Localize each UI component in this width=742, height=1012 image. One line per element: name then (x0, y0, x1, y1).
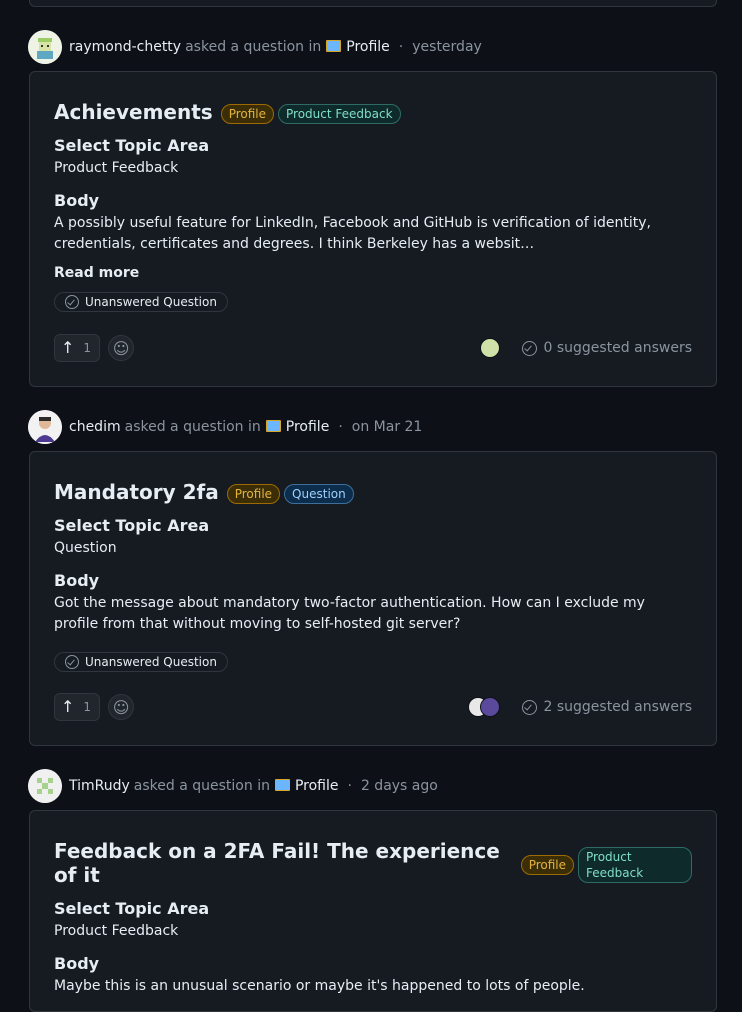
topic-value: Question (54, 540, 117, 556)
check-circle-icon (522, 340, 538, 356)
label-product-feedback[interactable]: Product Feedback (578, 847, 692, 883)
check-circle-icon (522, 699, 538, 715)
discussion-card: Achievements Profile Product Feedback Se… (29, 71, 717, 387)
answers-text: 2 suggested answers (543, 699, 692, 715)
status-badge: Unanswered Question (54, 292, 228, 312)
arrow-up-icon: ↑ (61, 697, 75, 716)
discussion-actions: ↑ 1 ☺ 2 suggested answers (54, 693, 692, 721)
answers-count[interactable]: 2 suggested answers (522, 699, 692, 715)
body-heading: Body (54, 191, 100, 210)
label-profile[interactable]: Profile (226, 484, 281, 504)
discussion-title[interactable]: Achievements (54, 100, 213, 124)
read-more-link[interactable]: Read more (54, 265, 692, 281)
participant-avatar[interactable] (480, 697, 501, 717)
label-profile[interactable]: Profile (220, 104, 275, 124)
add-reaction-button[interactable]: ☺ (108, 335, 135, 361)
avatar[interactable] (28, 30, 62, 64)
add-reaction-button[interactable]: ☺ (108, 694, 135, 720)
avatar[interactable] (28, 769, 62, 803)
asked-text: asked a question in (124, 419, 261, 435)
answers-count[interactable]: 0 suggested answers (522, 340, 692, 356)
status-text: Unanswered Question (85, 295, 217, 309)
label-product-feedback[interactable]: Product Feedback (278, 104, 401, 124)
category-link[interactable]: Profile (346, 39, 390, 55)
category-link[interactable]: Profile (286, 419, 330, 435)
separator-dot: · (347, 778, 352, 794)
previous-discussion-card (29, 0, 717, 7)
participant-avatar[interactable] (480, 338, 501, 358)
upvote-count: 1 (83, 341, 92, 355)
discussion-card: Mandatory 2fa Profile Question Select To… (29, 451, 717, 746)
author-link[interactable]: TimRudy (69, 778, 130, 794)
body-text: Got the message about mandatory two-fact… (54, 595, 645, 632)
timestamp[interactable]: on Mar 21 (352, 419, 423, 435)
upvote-button[interactable]: ↑ 1 (54, 334, 101, 362)
avatar[interactable] (28, 410, 62, 444)
topic-value: Product Feedback (54, 923, 179, 939)
separator-dot: · (338, 419, 343, 435)
smiley-icon: ☺ (112, 338, 130, 358)
separator-dot: · (398, 39, 404, 55)
picture-icon (274, 779, 290, 791)
label-question[interactable]: Question (284, 484, 354, 504)
upvote-button[interactable]: ↑ 1 (54, 693, 101, 721)
author-link[interactable]: chedim (69, 419, 121, 435)
upvote-count: 1 (83, 700, 92, 714)
timestamp[interactable]: 2 days ago (361, 778, 438, 794)
answers-text: 0 suggested answers (543, 340, 692, 356)
discussion-meta: chedim asked a question in Profile · on … (28, 410, 422, 444)
body-heading: Body (54, 571, 100, 590)
status-badge: Unanswered Question (54, 652, 228, 672)
picture-icon (265, 420, 281, 432)
discussion-actions: ↑ 1 ☺ 0 suggested answers (54, 334, 692, 362)
discussion-card: Feedback on a 2FA Fail! The experience o… (29, 810, 717, 1012)
discussion-meta: TimRudy asked a question in Profile · 2 … (28, 769, 438, 803)
smiley-icon: ☺ (112, 697, 130, 717)
body-heading: Body (54, 954, 100, 973)
discussion-title[interactable]: Feedback on a 2FA Fail! The experience o… (54, 839, 513, 887)
participants (468, 697, 501, 717)
check-circle-icon (65, 655, 79, 669)
check-circle-icon (65, 295, 79, 309)
author-link[interactable]: raymond-chetty (69, 39, 181, 55)
topic-heading: Select Topic Area (54, 899, 210, 918)
topic-heading: Select Topic Area (54, 136, 210, 155)
discussion-meta: raymond-chetty asked a question in Profi… (28, 30, 482, 64)
category-link[interactable]: Profile (295, 778, 339, 794)
discussion-title[interactable]: Mandatory 2fa (54, 480, 219, 504)
label-profile[interactable]: Profile (520, 855, 574, 875)
asked-text: asked a question in (185, 39, 322, 55)
topic-value: Product Feedback (54, 160, 179, 176)
participants (480, 338, 501, 358)
body-text: Maybe this is an unusual scenario or may… (54, 978, 585, 994)
timestamp[interactable]: yesterday (412, 39, 482, 55)
status-text: Unanswered Question (85, 655, 217, 669)
arrow-up-icon: ↑ (61, 338, 75, 357)
topic-heading: Select Topic Area (54, 516, 210, 535)
asked-text: asked a question in (133, 778, 270, 794)
picture-icon (326, 40, 342, 52)
body-text: A possibly useful feature for LinkedIn, … (54, 215, 651, 252)
